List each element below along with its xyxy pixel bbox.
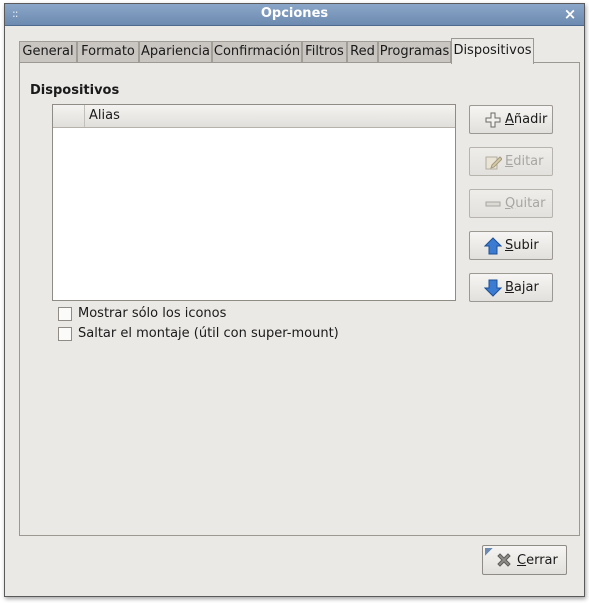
close-button[interactable]: Cerrar [482, 545, 567, 575]
skip-mount-label: Saltar el montaje (útil con super-mount) [78, 326, 339, 341]
devices-section-title: Dispositivos [30, 83, 120, 98]
column-header-alias[interactable]: Alias [89, 108, 120, 123]
close-accel: C [517, 552, 527, 568]
tab-formato[interactable]: Formato [77, 41, 139, 62]
add-button[interactable]: Añadir [469, 105, 553, 134]
move-up-button[interactable]: Subir [469, 231, 553, 260]
add-accel: A [505, 112, 514, 127]
devices-panel: Dispositivos Alias Añadir Editar Quitar … [19, 62, 580, 536]
window-title: Opciones [260, 6, 329, 21]
down-label: ajar [513, 280, 539, 295]
edit-accel: E [505, 154, 514, 169]
remove-button[interactable]: Quitar [469, 189, 553, 218]
tab-general[interactable]: General [19, 41, 77, 62]
edit-label: ditar [513, 154, 544, 169]
edit-icon [484, 153, 503, 171]
remove-accel: Q [505, 196, 516, 211]
column-header-blank[interactable] [53, 105, 85, 127]
close-label: errar [526, 552, 558, 568]
list-header: Alias [53, 105, 455, 128]
close-x-icon [495, 551, 513, 569]
down-accel: B [505, 280, 514, 295]
window-close-icon[interactable]: × [562, 6, 578, 22]
checkbox-box[interactable] [58, 326, 72, 341]
arrow-up-icon [483, 236, 503, 255]
move-down-button[interactable]: Bajar [469, 273, 553, 302]
plus-icon [484, 111, 502, 129]
tab-dispositivos[interactable]: Dispositivos [451, 38, 534, 64]
add-label: ñadir [513, 112, 548, 127]
devices-list[interactable]: Alias [52, 104, 456, 301]
show-icons-only-label: Mostrar sólo los iconos [78, 306, 227, 321]
tab-programas[interactable]: Programas [378, 41, 451, 62]
show-icons-only-checkbox[interactable]: Mostrar sólo los iconos [58, 306, 226, 321]
tab-confirmacion[interactable]: Confirmación [212, 41, 302, 62]
tab-apariencia[interactable]: Apariencia [139, 41, 212, 62]
up-label: ubir [513, 238, 539, 253]
checkbox-box[interactable] [58, 306, 72, 321]
minus-icon [484, 195, 502, 213]
remove-label: uitar [515, 196, 546, 211]
skip-mount-checkbox[interactable]: Saltar el montaje (útil con super-mount) [58, 326, 339, 341]
tab-filtros[interactable]: Filtros [302, 41, 347, 62]
arrow-down-icon [483, 279, 503, 297]
options-dialog: :: Opciones × General Formato Apariencia… [4, 3, 585, 597]
title-bar[interactable]: :: Opciones × [5, 4, 584, 26]
edit-button[interactable]: Editar [469, 147, 553, 176]
tab-red[interactable]: Red [347, 41, 378, 62]
